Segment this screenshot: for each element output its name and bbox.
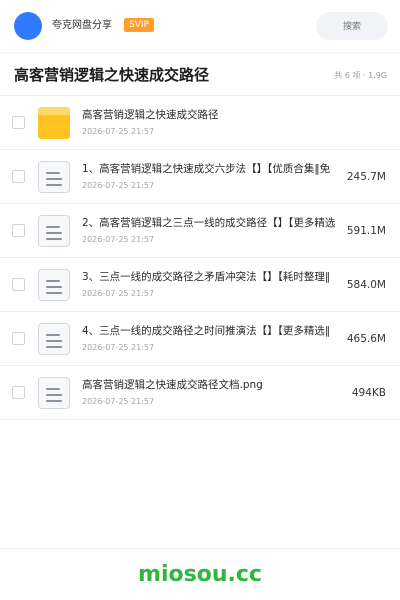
select-checkbox[interactable] <box>12 224 25 237</box>
svip-badge: SVIP <box>124 18 154 32</box>
file-size: 494KB <box>349 386 386 401</box>
file-size: 245.7M <box>344 170 386 185</box>
file-size: 591.1M <box>344 224 386 239</box>
file-name: 高客营销逻辑之快速成交路径 <box>82 109 219 121</box>
file-name: 3、三点一线的成交路径之矛盾冲突法【】【耗时整理‖ <box>82 271 331 283</box>
share-owner-name: 夸克网盘分享 <box>52 20 112 31</box>
document-icon <box>38 161 70 193</box>
folder-header: 高客营销逻辑之快速成交路径 共 6 项 · 1.9G <box>0 52 400 96</box>
footer-bar: miosou.cc <box>0 548 400 600</box>
file-name: 高客营销逻辑之快速成交路径文档.png <box>82 379 263 391</box>
list-item[interactable]: 2、高客营销逻辑之三点一线的成交路径【】【更多精选 2026-07-25 21:… <box>0 204 400 258</box>
file-size: 465.6M <box>344 332 386 347</box>
document-icon <box>38 269 70 301</box>
search-input[interactable] <box>316 12 388 40</box>
file-date: 2026-07-25 21:57 <box>82 289 155 298</box>
file-date: 2026-07-25 21:57 <box>82 181 155 190</box>
avatar[interactable] <box>14 12 42 40</box>
select-checkbox[interactable] <box>12 386 25 399</box>
file-date: 2026-07-25 21:57 <box>82 235 155 244</box>
document-icon <box>38 323 70 355</box>
document-icon <box>38 377 70 409</box>
list-item[interactable]: 3、三点一线的成交路径之矛盾冲突法【】【耗时整理‖ 2026-07-25 21:… <box>0 258 400 312</box>
file-list: 高客营销逻辑之快速成交路径 2026-07-25 21:57 1、高客营销逻辑之… <box>0 96 400 420</box>
list-item[interactable]: 1、高客营销逻辑之快速成交六步法【】【优质合集‖免 2026-07-25 21:… <box>0 150 400 204</box>
file-date: 2026-07-25 21:57 <box>82 397 155 406</box>
file-date: 2026-07-25 21:57 <box>82 127 155 136</box>
file-date: 2026-07-25 21:57 <box>82 343 155 352</box>
select-checkbox[interactable] <box>12 170 25 183</box>
folder-icon <box>38 107 70 139</box>
select-checkbox[interactable] <box>12 278 25 291</box>
list-item[interactable]: 高客营销逻辑之快速成交路径 2026-07-25 21:57 <box>0 96 400 150</box>
list-item[interactable]: 高客营销逻辑之快速成交路径文档.png 2026-07-25 21:57 494… <box>0 366 400 420</box>
file-size: 584.0M <box>344 278 386 293</box>
page-title: 高客营销逻辑之快速成交路径 <box>14 66 210 84</box>
site-watermark: miosou.cc <box>138 562 262 587</box>
document-icon <box>38 215 70 247</box>
item-count-size: 共 6 项 · 1.9G <box>334 71 387 80</box>
select-checkbox[interactable] <box>12 116 25 129</box>
top-bar: 夸克网盘分享 SVIP <box>0 0 400 52</box>
list-item[interactable]: 4、三点一线的成交路径之时间推演法【】【更多精选‖ 2026-07-25 21:… <box>0 312 400 366</box>
file-name: 1、高客营销逻辑之快速成交六步法【】【优质合集‖免 <box>82 163 331 175</box>
file-name: 2、高客营销逻辑之三点一线的成交路径【】【更多精选 <box>82 217 336 229</box>
select-checkbox[interactable] <box>12 332 25 345</box>
file-name: 4、三点一线的成交路径之时间推演法【】【更多精选‖ <box>82 325 331 337</box>
